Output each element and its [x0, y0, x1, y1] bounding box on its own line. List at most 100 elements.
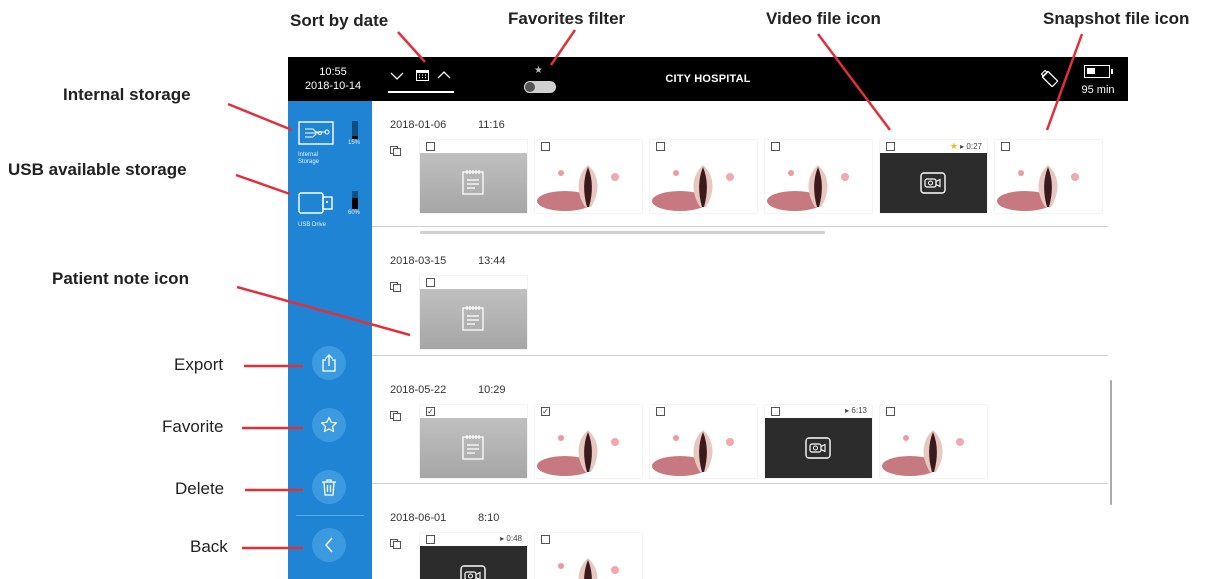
thumbnail-header [420, 140, 527, 153]
clock-time: 10:55 [319, 66, 347, 78]
export-icon [322, 354, 336, 372]
top-bar: 10:55 2018-10-14 ★ CITY HOSPITAL 95 min [288, 57, 1128, 101]
snapshot-thumbnail[interactable] [995, 140, 1102, 213]
callout-patient-note-icon: Patient note icon [52, 269, 189, 288]
internal-storage-label: Internal Storage [298, 152, 320, 165]
sort-up-icon[interactable] [437, 71, 451, 79]
note-thumbnail[interactable]: ✓ [420, 405, 527, 478]
snapshot-thumbnail[interactable] [765, 140, 872, 213]
thumbnail-header [765, 140, 872, 153]
snapshot-thumbnail[interactable] [535, 140, 642, 213]
battery-time: 95 min [1081, 84, 1115, 96]
session-separator [372, 483, 1108, 484]
thumbnail-header: ▸ 6:13 [765, 405, 872, 418]
session-date: 2018-05-22 [390, 384, 447, 396]
session-time: 13:44 [478, 255, 506, 267]
play-icon: ▸ [500, 534, 505, 543]
snapshot-image [765, 153, 872, 213]
snapshot-image [995, 153, 1102, 213]
select-checkbox[interactable] [656, 142, 665, 151]
play-icon: ▸ [845, 406, 850, 415]
snapshot-image [535, 153, 642, 213]
vertical-scrollbar[interactable] [1110, 380, 1112, 505]
usb-icon[interactable] [1040, 69, 1060, 89]
internal-storage-icon [298, 121, 334, 145]
video-meta: ▸ 6:13 [845, 406, 867, 415]
select-checkbox[interactable] [541, 535, 550, 544]
callout-export: Export [174, 355, 224, 374]
calendar-icon[interactable] [416, 69, 429, 81]
snapshot-image [535, 418, 642, 478]
sidebar-divider [296, 515, 364, 516]
sort-down-icon[interactable] [390, 72, 404, 80]
callout-snapshot-file-icon: Snapshot file icon [1043, 9, 1190, 28]
thumbnail-header [420, 276, 527, 289]
select-checkbox[interactable] [656, 407, 665, 416]
snapshot-thumbnail[interactable] [650, 140, 757, 213]
video-camera-icon [420, 546, 527, 579]
video-thumbnail[interactable]: ▸ 6:13 [765, 405, 872, 478]
select-checkbox[interactable] [541, 142, 550, 151]
thumbnail-header: ✓ [420, 405, 527, 418]
media-browser-screen: 10:55 2018-10-14 ★ CITY HOSPITAL 95 min … [288, 57, 1128, 579]
usb-drive-storage[interactable]: USB Drive 60% [298, 191, 368, 229]
snapshot-thumbnail[interactable]: ✓ [535, 405, 642, 478]
select-checkbox[interactable]: ✓ [541, 407, 550, 416]
internal-storage-bar [352, 121, 358, 139]
callout-back: Back [190, 537, 228, 556]
video-duration: 0:48 [506, 534, 522, 543]
thumbnail-header [650, 140, 757, 153]
usb-drive-level [352, 198, 358, 209]
snapshot-thumbnail[interactable] [535, 533, 642, 579]
snapshot-thumbnail[interactable] [650, 405, 757, 478]
clock: 10:55 2018-10-14 [300, 65, 366, 93]
stack-icon[interactable] [390, 408, 401, 421]
snapshot-thumbnail[interactable] [880, 405, 987, 478]
select-checkbox[interactable] [886, 142, 895, 151]
sort-by-date-control[interactable] [388, 65, 458, 93]
select-checkbox[interactable] [771, 407, 780, 416]
star-icon: ★ [534, 65, 543, 76]
select-checkbox[interactable] [426, 278, 435, 287]
favorite-button[interactable] [312, 408, 346, 442]
session-date: 2018-06-01 [390, 512, 447, 524]
session-date: 2018-01-06 [390, 119, 447, 131]
select-checkbox[interactable] [886, 407, 895, 416]
video-thumbnail[interactable]: ★ ▸ 0:27 [880, 140, 987, 213]
callout-usb-available-storage: USB available storage [8, 160, 187, 179]
select-checkbox[interactable]: ✓ [426, 407, 435, 416]
horizontal-scrollbar[interactable] [420, 231, 825, 234]
stack-icon[interactable] [390, 143, 401, 156]
usb-drive-bar [352, 191, 358, 209]
internal-storage-level [352, 136, 358, 139]
select-checkbox[interactable] [771, 142, 780, 151]
callout-delete: Delete [175, 479, 225, 498]
snapshot-image [650, 418, 757, 478]
note-thumbnail[interactable] [420, 276, 527, 349]
media-list[interactable]: 2018-01-06 11:16 ★ ▸ 0:27 2018-03-15 13:44 20… [372, 101, 1128, 579]
session-time: 8:10 [478, 512, 500, 524]
sort-underline [388, 91, 454, 93]
stack-icon[interactable] [390, 536, 401, 549]
snapshot-image [535, 546, 642, 579]
note-icon [420, 153, 527, 213]
select-checkbox[interactable] [426, 535, 435, 544]
video-thumbnail[interactable]: ▸ 0:48 [420, 533, 527, 579]
note-icon [420, 289, 527, 349]
note-thumbnail[interactable] [420, 140, 527, 213]
back-button[interactable] [312, 528, 346, 562]
thumbnail-header [535, 140, 642, 153]
select-checkbox[interactable] [426, 142, 435, 151]
stack-icon[interactable] [390, 279, 401, 292]
favorites-filter-toggle[interactable] [524, 81, 556, 93]
session-time: 11:16 [478, 119, 505, 131]
internal-storage[interactable]: Internal Storage 15% [298, 121, 368, 166]
export-button[interactable] [312, 346, 346, 380]
session-header: 2018-06-01 8:10 [390, 512, 499, 524]
back-chevron-icon [325, 537, 333, 553]
video-meta: ★ ▸ 0:27 [950, 141, 982, 152]
note-icon [420, 418, 527, 478]
thumbnail-header [650, 405, 757, 418]
delete-button[interactable] [312, 470, 346, 504]
select-checkbox[interactable] [1001, 142, 1010, 151]
